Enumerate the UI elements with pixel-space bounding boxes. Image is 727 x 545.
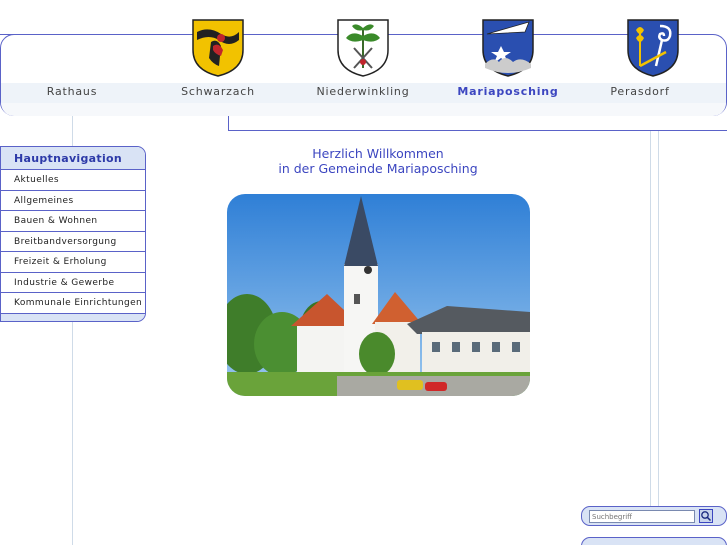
tab-niederwinkling[interactable]: Niederwinkling xyxy=(303,83,423,101)
header-line xyxy=(252,34,330,35)
content-header-bar xyxy=(228,116,727,131)
tab-rathaus[interactable]: Rathaus xyxy=(12,83,132,101)
nav-item-kommunale-einrichtungen[interactable]: Kommunale Einrichtungen xyxy=(1,293,145,314)
nav-item-industrie-gewerbe[interactable]: Industrie & Gewerbe xyxy=(1,273,145,293)
niederwinkling-crest-icon[interactable] xyxy=(336,18,390,78)
search-input[interactable] xyxy=(589,510,695,523)
tab-perasdorf[interactable]: Perasdorf xyxy=(593,83,687,101)
welcome-heading: Herzlich Willkommen in der Gemeinde Mari… xyxy=(228,146,528,176)
navigation-footer xyxy=(1,313,145,321)
welcome-line-1: Herzlich Willkommen xyxy=(312,146,444,161)
perasdorf-crest-icon[interactable] xyxy=(626,18,680,78)
church-photo xyxy=(227,194,530,396)
navigation-title: Hauptnavigation xyxy=(1,147,145,170)
main-navigation: Hauptnavigation Aktuelles Allgemeines Ba… xyxy=(0,146,146,322)
mariaposching-crest-icon[interactable] xyxy=(481,18,535,78)
tab-schwarzach[interactable]: Schwarzach xyxy=(158,83,278,101)
guide-line xyxy=(658,130,659,510)
header-line xyxy=(542,34,622,35)
nav-item-aktuelles[interactable]: Aktuelles xyxy=(1,170,145,191)
header-line xyxy=(397,34,477,35)
secondary-panel xyxy=(581,537,727,545)
header-line xyxy=(0,34,188,35)
nav-item-allgemeines[interactable]: Allgemeines xyxy=(1,191,145,211)
search-icon[interactable] xyxy=(699,509,713,523)
nav-item-freizeit-erholung[interactable]: Freizeit & Erholung xyxy=(1,252,145,273)
welcome-line-2: in der Gemeinde Mariaposching xyxy=(278,161,478,176)
search-panel xyxy=(581,506,727,526)
tab-mariaposching[interactable]: Mariaposching xyxy=(448,83,568,101)
guide-line xyxy=(650,130,651,510)
nav-item-bauen-wohnen[interactable]: Bauen & Wohnen xyxy=(1,211,145,232)
schwarzach-crest-icon[interactable] xyxy=(191,18,245,78)
nav-item-breitbandversorgung[interactable]: Breitbandversorgung xyxy=(1,232,145,252)
nav-strip-lower xyxy=(1,103,726,116)
